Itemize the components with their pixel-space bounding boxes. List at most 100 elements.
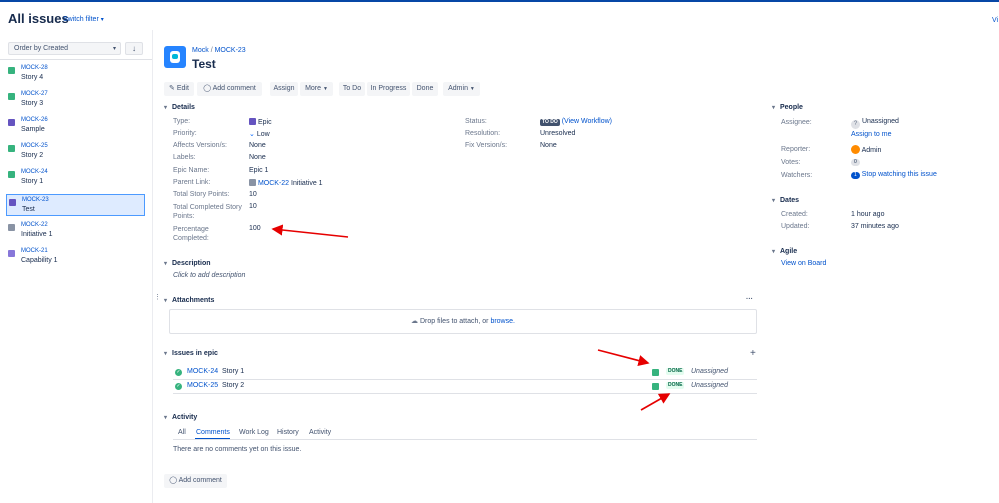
admin-label: Admin — [448, 85, 468, 92]
arrow-down-icon: ↓ — [132, 44, 136, 53]
browse-link[interactable]: browse. — [490, 318, 515, 325]
edit-button[interactable]: ✎ Edit — [164, 82, 194, 96]
chevron-down-icon: ▾ — [164, 105, 168, 111]
issues-in-epic-heading[interactable]: ▾ Issues in epic — [164, 350, 218, 357]
story-icon — [8, 171, 15, 178]
unassigned-avatar: ? — [851, 120, 860, 129]
attachments-heading[interactable]: ▾ Attachments — [164, 297, 214, 304]
add-comment-bottom-button[interactable]: ◯ Add comment — [164, 474, 227, 488]
initiative-icon — [249, 179, 256, 186]
priority-value: ⌄ Low — [249, 130, 270, 138]
view-on-board-link[interactable]: View on Board — [781, 260, 826, 267]
list-item[interactable]: MOCK-21 Capability 1 — [6, 246, 145, 268]
agile-heading[interactable]: ▾ Agile — [772, 248, 797, 255]
list-item-selected[interactable]: MOCK-23 Test — [6, 194, 145, 216]
affects-version-label: Affects Version/s: — [173, 142, 227, 149]
parent-link-key[interactable]: MOCK-22 — [258, 180, 289, 187]
list-item[interactable]: MOCK-28 Story 4 — [6, 63, 145, 85]
view-link-clipped[interactable]: Vi — [992, 17, 998, 24]
issue-summary: Story 1 — [21, 178, 44, 185]
more-label: More — [305, 85, 322, 92]
in-progress-button[interactable]: In Progress — [367, 82, 410, 96]
epic-issue-summary[interactable]: Story 2 — [222, 382, 244, 389]
to-do-button[interactable]: To Do — [339, 82, 365, 96]
attachments-dropzone[interactable]: ☁ Drop files to attach, or browse. — [169, 309, 757, 334]
tab-comments[interactable]: Comments — [196, 429, 230, 436]
updated-label: Updated: — [781, 223, 810, 230]
issue-key: MOCK-22 — [21, 222, 48, 228]
status-label: Status: — [465, 118, 487, 125]
percentage-completed-label: Percentage Completed: — [173, 225, 209, 243]
chevron-down-icon: ▾ — [164, 261, 168, 267]
assign-button[interactable]: Assign — [270, 82, 298, 96]
switch-filter-label: Switch filter — [63, 16, 99, 23]
breadcrumb-project[interactable]: Mock — [192, 47, 209, 54]
done-button[interactable]: Done — [412, 82, 438, 96]
reporter-value-text: Admin — [861, 147, 882, 154]
sort-direction-button[interactable]: ↓ — [125, 42, 143, 55]
sidebar-right-border — [152, 30, 153, 503]
list-item[interactable]: MOCK-24 Story 1 — [6, 167, 145, 189]
epic-issue-summary[interactable]: Story 1 — [222, 368, 244, 375]
status-value: TO DO (View Workflow) — [540, 118, 612, 126]
votes-label: Votes: — [781, 159, 801, 166]
epic-issue-status: DONE — [666, 382, 685, 389]
status-lozenge: TO DO — [540, 119, 560, 126]
sidebar-divider — [0, 59, 152, 60]
tab-work-log[interactable]: Work Log — [239, 429, 269, 436]
chevron-down-icon: ▾ — [164, 298, 168, 304]
dates-heading[interactable]: ▾ Dates — [772, 197, 799, 204]
list-item[interactable]: MOCK-25 Story 2 — [6, 141, 145, 163]
top-accent-bar — [0, 0, 999, 2]
switch-filter-link[interactable]: Switch filter ▾ — [63, 16, 104, 23]
assign-to-me-link[interactable]: Assign to me — [851, 131, 891, 138]
tab-activity[interactable]: Activity — [309, 429, 331, 436]
epic-icon — [8, 119, 15, 126]
add-comment-label: Add comment — [212, 85, 256, 92]
chevron-down-icon: ▼ — [469, 86, 475, 92]
priority-low-icon: ⌄ — [249, 131, 255, 138]
page-title: All issues — [8, 11, 69, 26]
list-item[interactable]: MOCK-26 Sample — [6, 115, 145, 137]
votes-count[interactable]: 0 — [851, 159, 860, 166]
issue-key: MOCK-27 — [21, 91, 48, 97]
activity-heading[interactable]: ▾ Activity — [164, 414, 197, 421]
stop-watching-link[interactable]: Stop watching this issue — [862, 171, 937, 178]
type-value-text: Epic — [257, 119, 272, 126]
view-workflow-link[interactable]: (View Workflow) — [562, 118, 612, 125]
issue-summary: Story 3 — [21, 100, 44, 107]
tab-all[interactable]: All — [178, 429, 186, 436]
people-heading[interactable]: ▾ People — [772, 104, 803, 111]
add-comment-button[interactable]: ◯ Add comment — [197, 82, 262, 96]
chevron-down-icon: ▾ — [100, 17, 104, 23]
list-item[interactable]: MOCK-22 Initiative 1 — [6, 220, 145, 242]
total-completed-story-points-value: 10 — [249, 203, 257, 210]
details-heading[interactable]: ▾ Details — [164, 104, 195, 111]
list-item[interactable]: MOCK-27 Story 3 — [6, 89, 145, 111]
admin-button[interactable]: Admin ▼ — [443, 82, 480, 96]
issue-title[interactable]: Test — [192, 57, 216, 71]
total-completed-story-points-label: Total Completed Story Points: — [173, 203, 242, 221]
epic-icon — [249, 118, 256, 125]
table-row[interactable]: ✓ MOCK-25 Story 2 DONE Unassigned — [173, 380, 757, 394]
epic-issue-key[interactable]: MOCK-25 — [187, 382, 218, 389]
project-avatar[interactable] — [164, 46, 186, 68]
sidebar-resize-handle[interactable]: ⋮ — [154, 293, 161, 301]
tab-history[interactable]: History — [277, 429, 299, 436]
details-heading-label: Details — [172, 104, 195, 111]
annotation-arrow-story-2 — [640, 393, 671, 411]
total-completed-label-line1: Total Completed Story — [173, 204, 242, 211]
order-select[interactable]: Order by Created ▾ — [8, 42, 121, 55]
description-placeholder[interactable]: Click to add description — [173, 272, 245, 279]
edit-label: Edit — [176, 85, 189, 92]
attachments-more-icon[interactable]: ··· — [746, 296, 753, 303]
description-heading[interactable]: ▾ Description — [164, 260, 211, 267]
add-issue-in-epic-button[interactable]: + — [750, 348, 756, 359]
chevron-down-icon: ▾ — [772, 105, 776, 111]
epic-issue-key[interactable]: MOCK-24 — [187, 368, 218, 375]
breadcrumb-issue-key[interactable]: MOCK-23 — [215, 47, 246, 54]
table-row[interactable]: ✓ MOCK-24 Story 1 DONE Unassigned — [173, 366, 757, 380]
story-icon — [8, 145, 15, 152]
resolution-value: Unresolved — [540, 130, 576, 137]
more-button[interactable]: More ▼ — [300, 82, 333, 96]
